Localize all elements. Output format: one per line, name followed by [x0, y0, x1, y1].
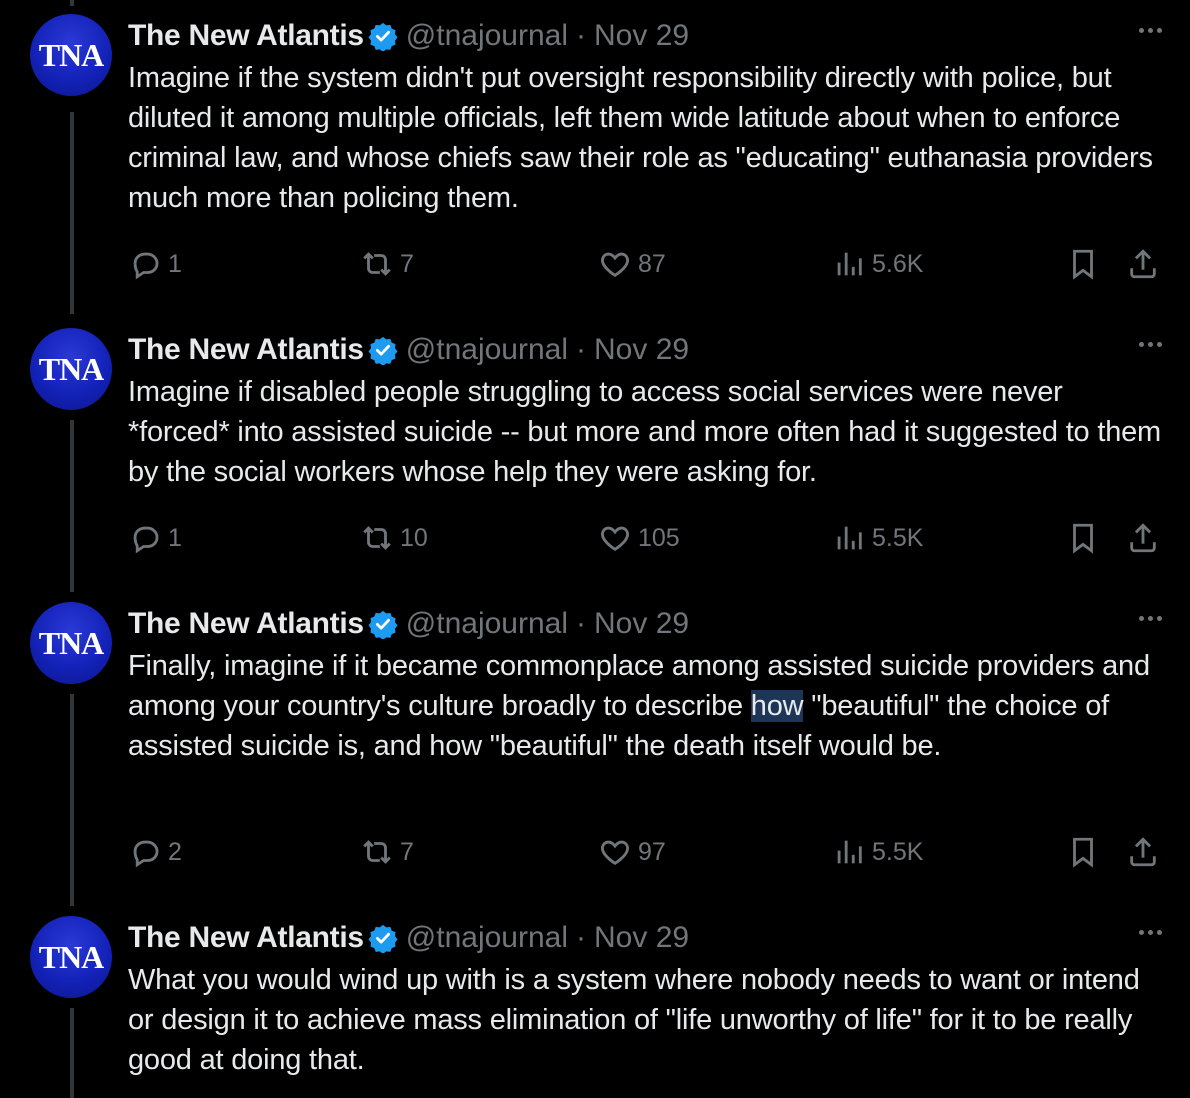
share-icon — [1130, 523, 1156, 553]
repost-icon — [363, 840, 391, 864]
separator-dot: · — [576, 607, 587, 640]
author-name[interactable]: The New Atlantis — [128, 19, 364, 53]
views-icon — [837, 840, 862, 864]
tweet-header: The New Atlantis @tnajournal · Nov 29 — [128, 916, 1162, 960]
more-icon[interactable] — [1139, 930, 1162, 935]
bookmark-button[interactable] — [1066, 244, 1106, 284]
bookmark-icon — [1073, 523, 1093, 554]
bookmark-button[interactable] — [1066, 518, 1106, 558]
verified-badge-icon — [368, 610, 398, 639]
repost-button[interactable]: 7 — [360, 244, 414, 284]
like-count: 97 — [638, 837, 666, 866]
more-icon[interactable] — [1139, 28, 1162, 33]
views-button[interactable]: 5.6K — [832, 244, 923, 284]
repost-icon — [363, 252, 391, 276]
avatar[interactable]: TNA — [30, 328, 112, 410]
separator-dot: · — [576, 333, 587, 366]
reply-icon — [133, 526, 159, 554]
reply-count: 1 — [168, 249, 182, 278]
tweet-date[interactable]: Nov 29 — [594, 921, 689, 955]
selected-text: how — [750, 690, 804, 722]
views-icon — [837, 252, 862, 276]
tweet-header: The New Atlantis @tnajournal · Nov 29 — [128, 328, 1162, 372]
verified-badge-icon — [368, 336, 398, 365]
tweet-text: Imagine if disabled people struggling to… — [128, 376, 1162, 488]
repost-icon — [363, 526, 391, 550]
like-count: 105 — [638, 523, 680, 552]
like-button[interactable]: 87 — [598, 244, 666, 284]
tweet-header: The New Atlantis @tnajournal · Nov 29 — [128, 602, 1162, 646]
avatar[interactable]: TNA — [30, 916, 112, 998]
author-handle[interactable]: @tnajournal — [406, 607, 568, 641]
reply-icon — [133, 840, 159, 868]
like-button[interactable]: 105 — [598, 518, 680, 558]
reply-icon — [133, 252, 159, 280]
repost-button[interactable]: 7 — [360, 832, 414, 872]
views-count: 5.6K — [872, 249, 924, 278]
reply-count: 1 — [168, 523, 182, 552]
views-button[interactable]: 5.5K — [832, 832, 923, 872]
like-count: 87 — [638, 249, 666, 278]
more-icon[interactable] — [1139, 616, 1162, 621]
views-count: 5.5K — [872, 523, 924, 552]
reply-button[interactable]: 2 — [128, 832, 182, 872]
like-icon — [601, 526, 629, 551]
tweet-text: Imagine if the system didn't put oversig… — [128, 62, 1153, 214]
like-icon — [601, 840, 629, 865]
tweet-header: The New Atlantis @tnajournal · Nov 29 — [128, 14, 1162, 58]
more-icon[interactable] — [1139, 342, 1162, 347]
author-name[interactable]: The New Atlantis — [128, 921, 364, 955]
author-handle[interactable]: @tnajournal — [406, 921, 568, 955]
views-button[interactable]: 5.5K — [832, 518, 923, 558]
share-button[interactable] — [1126, 832, 1166, 872]
thread-line — [70, 694, 74, 906]
thread: TNA The New Atlantis @tnajournal · Nov 2… — [0, 0, 1190, 1098]
tweet-date[interactable]: Nov 29 — [594, 607, 689, 641]
views-icon — [837, 526, 862, 550]
share-icon — [1130, 249, 1156, 279]
verified-badge-icon — [368, 924, 398, 953]
tweet-text: What you would wind up with is a system … — [128, 964, 1140, 1076]
action-bar: 1 10 105 5.5K — [128, 518, 1162, 558]
thread-line — [70, 420, 74, 592]
views-count: 5.5K — [872, 837, 924, 866]
action-bar: 1 7 87 5.6K — [128, 244, 1162, 284]
author-name[interactable]: The New Atlantis — [128, 607, 364, 641]
repost-count: 7 — [400, 837, 414, 866]
share-button[interactable] — [1126, 518, 1166, 558]
author-handle[interactable]: @tnajournal — [406, 333, 568, 367]
avatar[interactable]: TNA — [30, 14, 112, 96]
bookmark-button[interactable] — [1066, 832, 1106, 872]
share-button[interactable] — [1126, 244, 1166, 284]
reply-button[interactable]: 1 — [128, 244, 182, 284]
reply-count: 2 — [168, 837, 182, 866]
thread-line — [70, 1008, 74, 1098]
tweet-text: Finally, imagine if it became commonplac… — [128, 646, 1162, 766]
tweet-date[interactable]: Nov 29 — [594, 333, 689, 367]
bookmark-icon — [1073, 249, 1093, 280]
repost-count: 7 — [400, 249, 414, 278]
author-handle[interactable]: @tnajournal — [406, 19, 568, 53]
thread-line — [70, 112, 74, 314]
like-button[interactable]: 97 — [598, 832, 666, 872]
reply-button[interactable]: 1 — [128, 518, 182, 558]
like-icon — [601, 252, 629, 277]
share-icon — [1130, 837, 1156, 867]
repost-button[interactable]: 10 — [360, 518, 428, 558]
tweet-date[interactable]: Nov 29 — [594, 19, 689, 53]
separator-dot: · — [576, 921, 587, 954]
thread-line — [70, 0, 74, 6]
repost-count: 10 — [400, 523, 428, 552]
avatar[interactable]: TNA — [30, 602, 112, 684]
separator-dot: · — [576, 19, 587, 52]
author-name[interactable]: The New Atlantis — [128, 333, 364, 367]
bookmark-icon — [1073, 837, 1093, 868]
action-bar: 2 7 97 5.5K — [128, 832, 1162, 872]
verified-badge-icon — [368, 22, 398, 51]
